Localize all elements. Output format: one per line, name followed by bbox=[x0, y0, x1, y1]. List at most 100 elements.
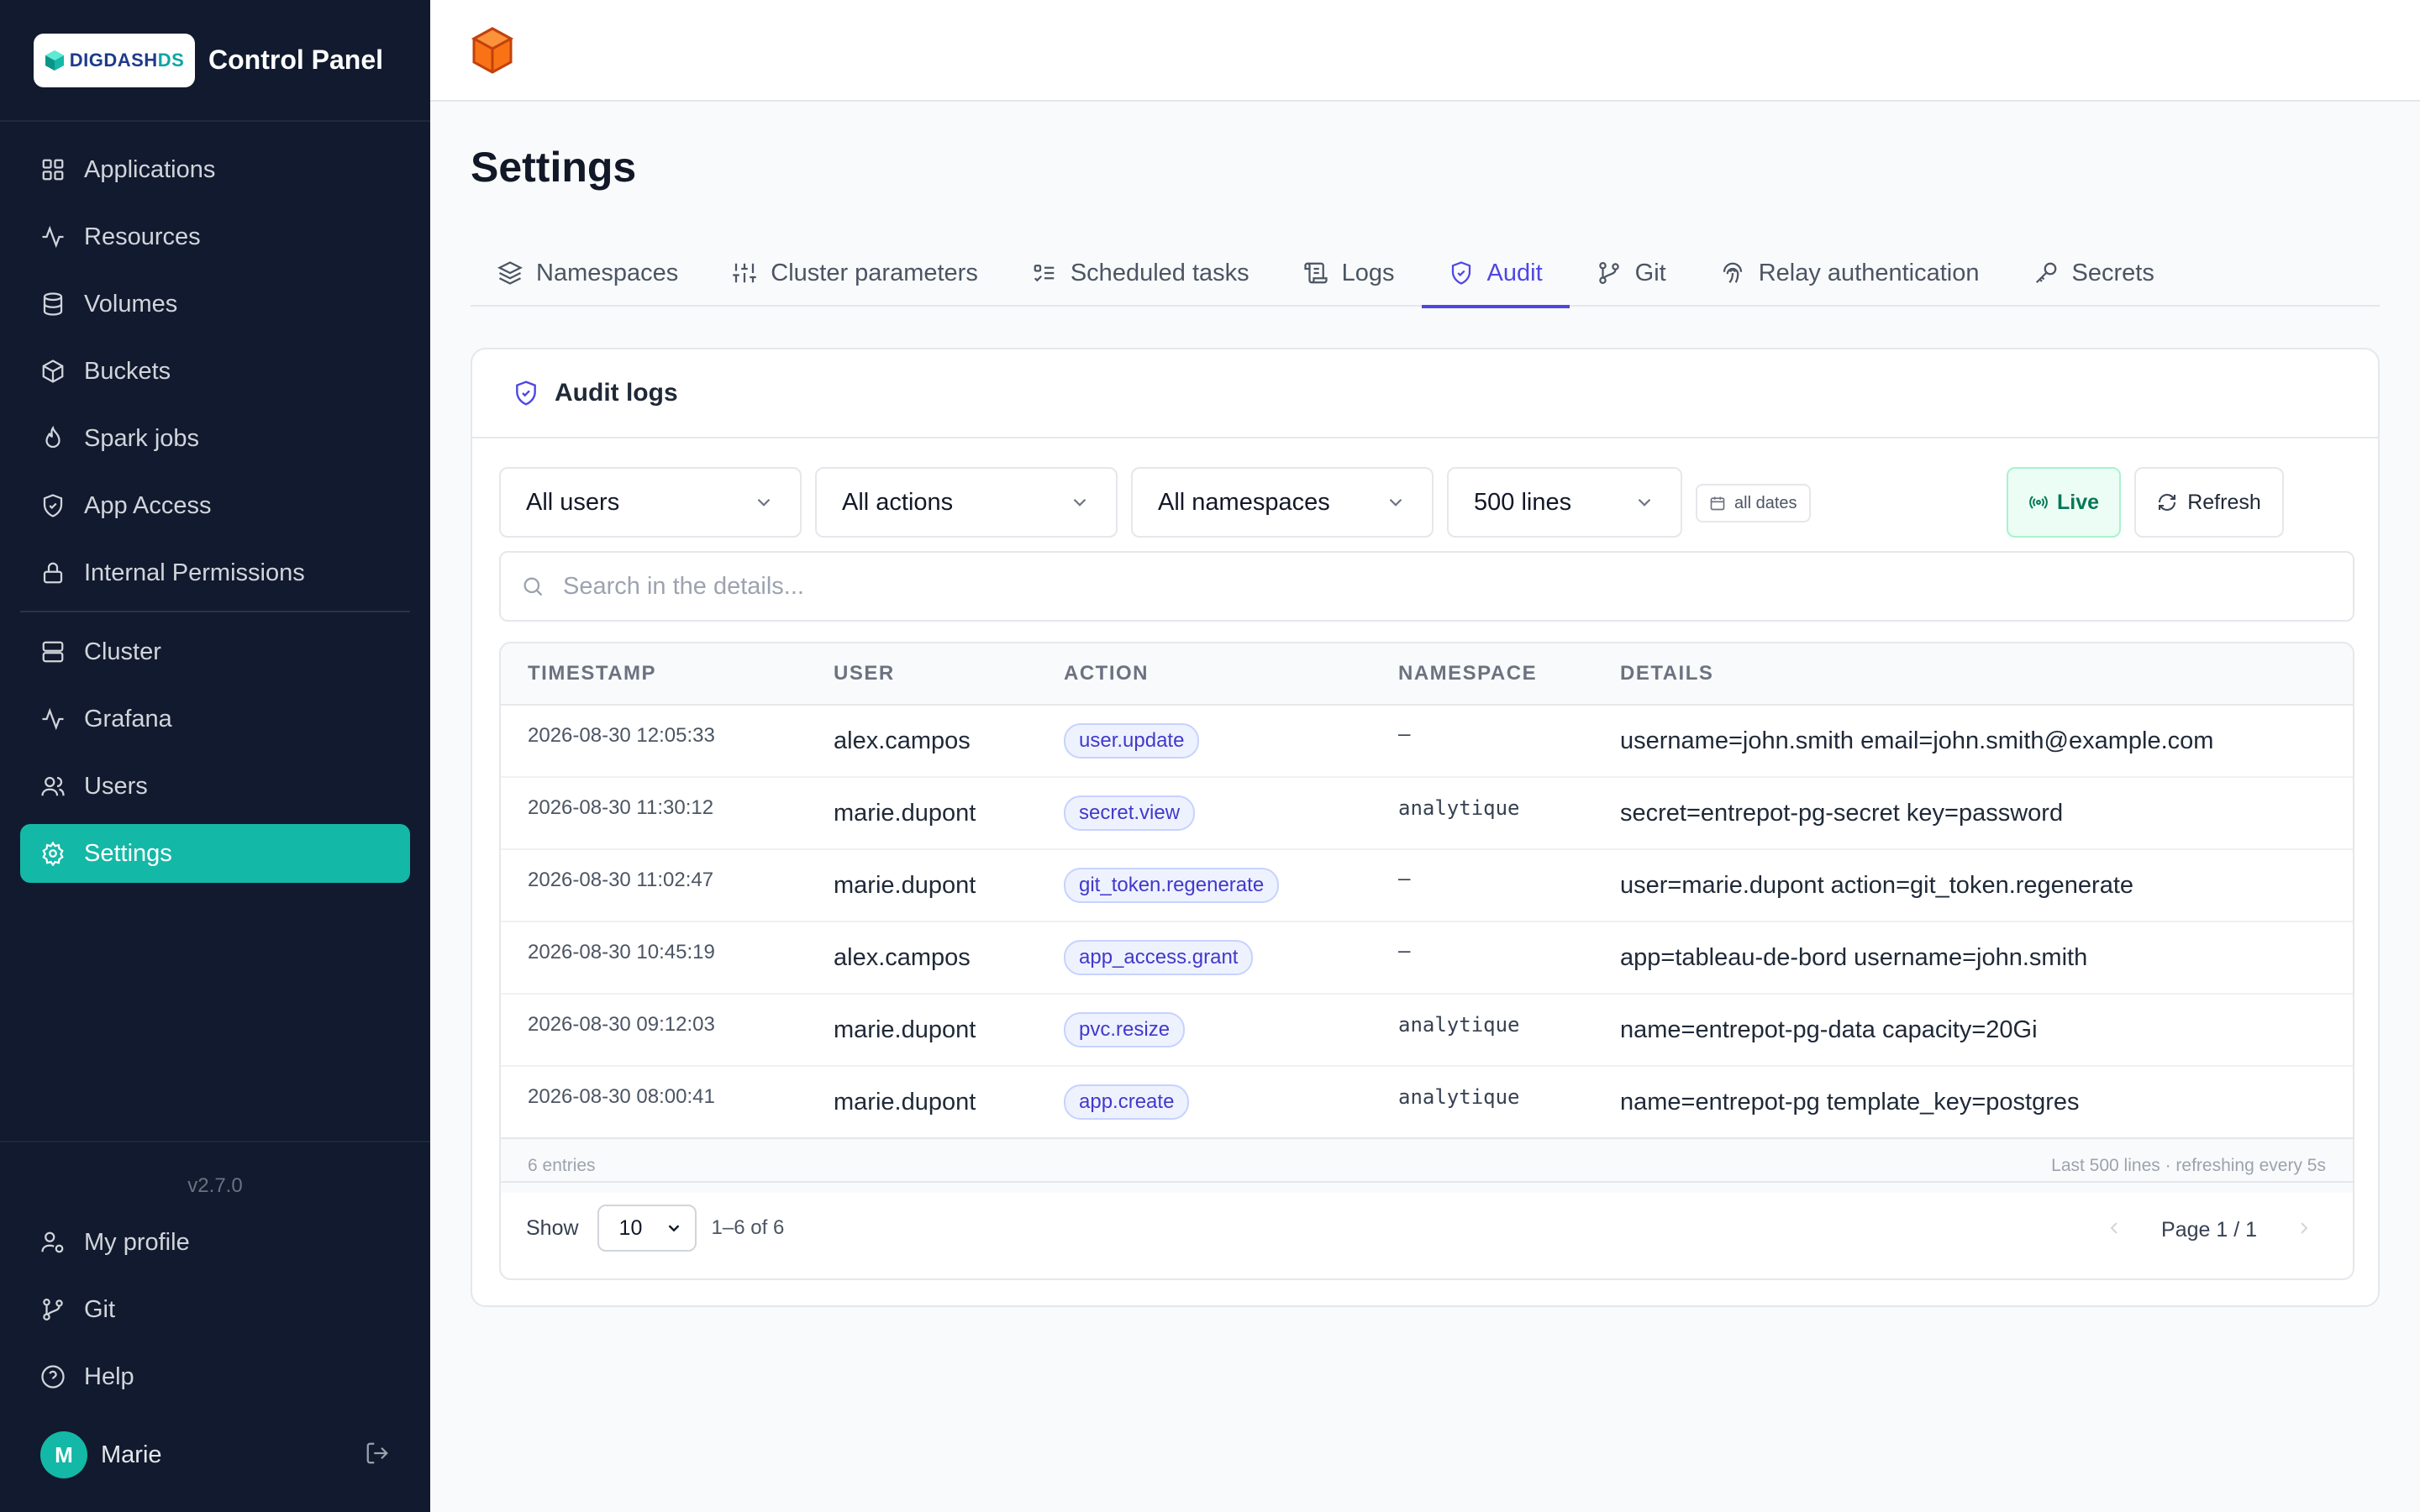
cube-logo-icon bbox=[45, 50, 64, 71]
sidebar-item-my-profile[interactable]: My profile bbox=[20, 1213, 410, 1272]
refresh-icon bbox=[2159, 494, 2176, 511]
chevron-left-icon bbox=[2110, 1221, 2118, 1234]
sidebar-item-app-access[interactable]: App Access bbox=[20, 476, 410, 535]
table-row[interactable]: 2026-08-30 11:30:12 marie.dupont secret.… bbox=[501, 778, 2353, 850]
cell-namespace: analytique bbox=[1398, 1085, 1520, 1109]
cell-user: marie.dupont bbox=[834, 1088, 976, 1116]
list-todo-icon bbox=[1034, 265, 1055, 282]
layers-icon bbox=[497, 261, 523, 285]
sidebar-item-label: Help bbox=[84, 1362, 134, 1390]
sidebar-item-resources[interactable]: Resources bbox=[20, 207, 410, 266]
select-value: All users bbox=[526, 488, 620, 516]
refresh-label: Refresh bbox=[2187, 490, 2261, 514]
chevron-down-icon bbox=[668, 1225, 679, 1232]
sidebar-item-spark-jobs[interactable]: Spark jobs bbox=[20, 409, 410, 468]
table-row[interactable]: 2026-08-30 08:00:41 marie.dupont app.cre… bbox=[501, 1067, 2353, 1139]
sidebar-bottom-nav: My profile Git Help bbox=[0, 1213, 430, 1406]
cell-namespace: analytique bbox=[1398, 1013, 1520, 1037]
sidebar-item-internal-permissions[interactable]: Internal Permissions bbox=[20, 543, 410, 602]
cell-namespace: analytique bbox=[1398, 796, 1520, 820]
tab-audit[interactable]: Audit bbox=[1421, 239, 1570, 308]
refresh-button[interactable]: Refresh bbox=[2134, 467, 2284, 538]
tab-logs[interactable]: Logs bbox=[1276, 239, 1422, 307]
table-row[interactable]: 2026-08-30 09:12:03 marie.dupont pvc.res… bbox=[501, 995, 2353, 1067]
namespaces-filter-select[interactable]: All namespaces bbox=[1131, 467, 1434, 538]
sidebar-item-label: Internal Permissions bbox=[84, 559, 305, 586]
git-branch-icon bbox=[43, 1299, 63, 1320]
chevron-right-icon bbox=[2301, 1221, 2308, 1234]
page-size-select[interactable]: 10 bbox=[597, 1205, 697, 1252]
tab-label: Audit bbox=[1486, 259, 1543, 286]
cell-timestamp: 2026-08-30 11:30:12 bbox=[528, 796, 714, 819]
user-cog-icon bbox=[41, 1231, 64, 1253]
cell-details: username=john.smith email=john.smith@exa… bbox=[1620, 727, 2214, 754]
column-header-details[interactable]: DETAILS bbox=[1620, 662, 1713, 685]
cell-details: name=entrepot-pg-data capacity=20Gi bbox=[1620, 1016, 2038, 1043]
sidebar-item-label: Volumes bbox=[84, 290, 178, 318]
page-size-label: Show bbox=[526, 1215, 579, 1240]
sidebar-item-volumes[interactable]: Volumes bbox=[20, 275, 410, 333]
column-header-action[interactable]: ACTION bbox=[1064, 662, 1149, 685]
cell-action: git_token.regenerate bbox=[1064, 868, 1280, 903]
tab-secrets[interactable]: Secrets bbox=[2007, 239, 2181, 307]
fingerprint-icon bbox=[1723, 262, 1742, 284]
logout-button[interactable] bbox=[365, 1441, 390, 1470]
tab-label: Cluster parameters bbox=[771, 259, 978, 286]
sidebar-item-applications[interactable]: Applications bbox=[20, 140, 410, 199]
users-icon bbox=[41, 776, 65, 796]
flame-icon bbox=[45, 426, 60, 449]
date-range-button[interactable]: all dates bbox=[1696, 484, 1811, 522]
table-row[interactable]: 2026-08-30 12:05:33 alex.campos user.upd… bbox=[501, 706, 2353, 778]
brand-wordmark-suffix: DS bbox=[157, 49, 185, 71]
table-header: TIMESTAMP USER ACTION NAMESPACE DETAILS bbox=[501, 643, 2353, 706]
tab-scheduled-tasks[interactable]: Scheduled tasks bbox=[1005, 239, 1276, 307]
sidebar-item-users[interactable]: Users bbox=[20, 757, 410, 816]
cell-timestamp: 2026-08-30 10:45:19 bbox=[528, 941, 715, 963]
cell-user: marie.dupont bbox=[834, 871, 976, 899]
git-branch-icon bbox=[1598, 262, 1619, 284]
avatar[interactable]: M bbox=[40, 1431, 87, 1478]
sidebar-item-label: Git bbox=[84, 1295, 116, 1323]
table-row[interactable]: 2026-08-30 10:45:19 alex.campos app_acce… bbox=[501, 922, 2353, 995]
sidebar-item-settings[interactable]: Settings bbox=[20, 824, 410, 883]
previous-page-button[interactable] bbox=[2104, 1218, 2124, 1242]
lines-filter-select[interactable]: 500 lines bbox=[1447, 467, 1682, 538]
grid-icon bbox=[42, 159, 64, 181]
page-size-value: 10 bbox=[618, 1215, 643, 1240]
tab-cluster-parameters[interactable]: Cluster parameters bbox=[705, 239, 1005, 307]
tab-relay-authentication[interactable]: Relay authentication bbox=[1693, 239, 2007, 307]
action-badge: git_token.regenerate bbox=[1064, 868, 1280, 903]
search-input[interactable] bbox=[563, 572, 2244, 601]
database-icon bbox=[43, 292, 63, 316]
sidebar-item-label: Users bbox=[84, 772, 148, 800]
users-filter-select[interactable]: All users bbox=[499, 467, 802, 538]
table-row[interactable]: 2026-08-30 11:02:47 marie.dupont git_tok… bbox=[501, 850, 2353, 922]
chevron-down-icon bbox=[1073, 498, 1086, 507]
cell-timestamp: 2026-08-30 08:00:41 bbox=[528, 1085, 715, 1108]
sidebar-item-help[interactable]: Help bbox=[20, 1347, 410, 1406]
sidebar-item-buckets[interactable]: Buckets bbox=[20, 342, 410, 401]
live-toggle-button[interactable]: Live bbox=[2007, 467, 2121, 538]
sidebar-item-git[interactable]: Git bbox=[20, 1280, 410, 1339]
brand-logo[interactable]: DIGDASHDS bbox=[34, 33, 195, 87]
sidebar-item-cluster[interactable]: Cluster bbox=[20, 622, 410, 681]
column-header-timestamp[interactable]: TIMESTAMP bbox=[528, 662, 656, 685]
calendar-icon bbox=[1710, 496, 1725, 511]
cell-details: user=marie.dupont action=git_token.regen… bbox=[1620, 871, 2134, 899]
audit-logs-card: Audit logs All users All actions All nam… bbox=[471, 348, 2380, 1307]
actions-filter-select[interactable]: All actions bbox=[815, 467, 1118, 538]
filters-bar: All users All actions All namespaces 500… bbox=[499, 467, 2354, 538]
tab-git[interactable]: Git bbox=[1570, 239, 1693, 307]
cell-timestamp: 2026-08-30 12:05:33 bbox=[528, 724, 715, 747]
tab-namespaces[interactable]: Namespaces bbox=[471, 239, 705, 307]
column-header-namespace[interactable]: NAMESPACE bbox=[1398, 662, 1537, 685]
tab-label: Namespaces bbox=[536, 259, 679, 286]
action-badge: app_access.grant bbox=[1064, 940, 1254, 975]
sidebar-item-grafana[interactable]: Grafana bbox=[20, 690, 410, 748]
column-header-user[interactable]: USER bbox=[834, 662, 895, 685]
sidebar-item-label: Buckets bbox=[84, 357, 171, 385]
next-page-button[interactable] bbox=[2294, 1218, 2314, 1242]
cube-logo-icon[interactable] bbox=[471, 26, 514, 75]
cell-user: alex.campos bbox=[834, 727, 971, 754]
settings-tabs: Namespaces Cluster parameters Scheduled … bbox=[471, 239, 2380, 308]
